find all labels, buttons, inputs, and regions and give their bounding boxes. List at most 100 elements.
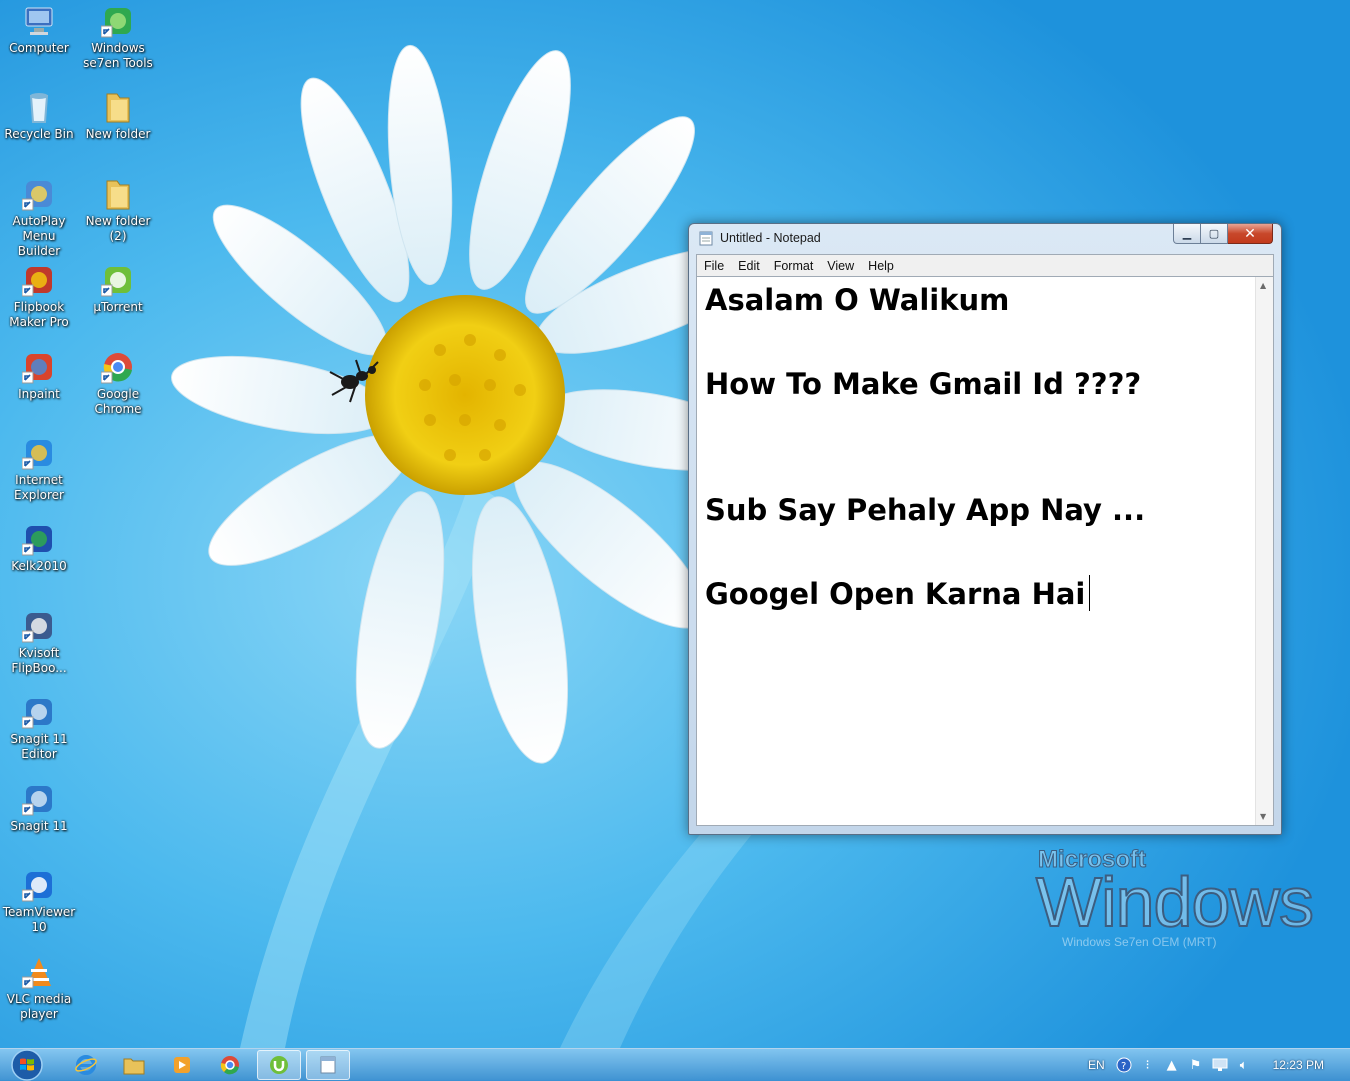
desktop-icon-recycle-bin[interactable]: Recycle Bin (0, 90, 78, 142)
desktop-icon-label: AutoPlay Menu Builder (12, 214, 66, 258)
show-hidden-icons-icon[interactable]: ▲ (1163, 1056, 1181, 1074)
utorrent-icon (101, 267, 131, 297)
text-line: Sub Say Pehaly App Nay ... (705, 493, 1146, 527)
desktop-icon-label: New folder (2) (85, 214, 151, 243)
text-line: Googel Open Karna Hai (705, 573, 1245, 615)
text-line: Asalam O Walikum (705, 283, 1010, 317)
computer-icon (25, 7, 53, 35)
autoplay-icon (22, 181, 52, 211)
minimize-icon: ▁ (1182, 227, 1192, 240)
taskbar-internet-explorer[interactable] (64, 1050, 108, 1080)
svg-text:?: ? (1121, 1061, 1126, 1072)
desktop-icon-label: TeamViewer 10 (2, 905, 76, 934)
menu-edit[interactable]: Edit (731, 259, 767, 273)
taskbar-utorrent[interactable] (257, 1050, 301, 1080)
desktop-icon-new-folder-2[interactable]: New folder (2) (79, 177, 157, 244)
maximize-button[interactable]: ▢ (1201, 224, 1228, 244)
notepad-titlebar[interactable]: Untitled - Notepad ▁ ▢ ✕ (689, 224, 1281, 251)
desktop-icon-computer[interactable]: Computer (0, 4, 78, 56)
desktop-icon-label: Snagit 11 (10, 819, 68, 833)
close-icon: ✕ (1244, 225, 1256, 242)
system-tray: EN ? ⁝ ▲ ⚑ 🔈︎ 12:23 PM (1088, 1049, 1350, 1081)
folder-icon (106, 93, 130, 123)
windows-tools-icon (101, 8, 131, 38)
desktop-icon-autoplay-menu-builder[interactable]: AutoPlay Menu Builder (0, 177, 78, 259)
desktop-icon--torrent[interactable]: µTorrent (79, 263, 157, 315)
scroll-down-icon[interactable]: ▼ (1260, 812, 1266, 821)
desktop-icon-vlc-media-player[interactable]: VLC media player (0, 955, 78, 1022)
menu-view[interactable]: View (820, 259, 861, 273)
desktop-icon-teamviewer-10[interactable]: TeamViewer 10 (0, 868, 78, 935)
desktop-icon-windows-se7en-tools[interactable]: Windows se7en Tools (79, 4, 157, 71)
desktop-icon-kvisoft-flipboo[interactable]: Kvisoft FlipBoo... (0, 609, 78, 676)
menu-file[interactable]: File (697, 259, 731, 273)
desktop-icon-kelk2010[interactable]: Kelk2010 (0, 522, 78, 574)
window-title: Untitled - Notepad (720, 231, 821, 245)
text-line: How To Make Gmail Id ???? (705, 367, 1142, 401)
taskbar-media-player[interactable] (160, 1050, 204, 1080)
desktop-icon-label: VLC media player (6, 992, 72, 1021)
media-player-icon (174, 1057, 190, 1073)
clock[interactable]: 12:23 PM (1273, 1058, 1324, 1072)
kvisoft-icon (22, 613, 52, 643)
desktop-icon-new-folder[interactable]: New folder (79, 90, 157, 142)
internet-explorer-icon (22, 440, 52, 470)
kelk-icon (22, 526, 52, 556)
action-center-flag-icon[interactable]: ⚑ (1187, 1056, 1205, 1074)
desktop-icon-label: Computer (9, 41, 69, 55)
taskbar-explorer[interactable] (112, 1050, 156, 1080)
menu-help[interactable]: Help (861, 259, 901, 273)
desktop-icon-inpaint[interactable]: Inpaint (0, 350, 78, 402)
flipbook-icon (22, 267, 52, 297)
desktop-icon-label: Recycle Bin (4, 127, 74, 141)
watermark-edition: Windows Se7en OEM (MRT) (1062, 935, 1217, 949)
utorrent-icon (270, 1056, 288, 1074)
input-options-icon[interactable]: ⁝ (1139, 1056, 1157, 1074)
close-button[interactable]: ✕ (1228, 224, 1273, 244)
language-indicator[interactable]: EN (1088, 1058, 1105, 1072)
snagit-editor-icon (22, 699, 52, 729)
taskbar-notepad[interactable] (306, 1050, 350, 1080)
notepad-menubar: File Edit Format View Help (696, 254, 1274, 276)
chrome-icon (101, 353, 132, 384)
desktop-icon-label: Inpaint (18, 387, 60, 401)
teamviewer-icon (22, 872, 52, 902)
watermark-product: Windows (1035, 862, 1315, 942)
start-button[interactable] (8, 1049, 46, 1081)
minimize-button[interactable]: ▁ (1173, 224, 1201, 244)
chrome-icon (220, 1056, 239, 1075)
network-icon[interactable] (1211, 1056, 1229, 1074)
desktop-icon-label: Kvisoft FlipBoo... (11, 646, 67, 675)
desktop-icon-snagit-11-editor[interactable]: Snagit 11 Editor (0, 695, 78, 762)
desktop-icon-label: Google Chrome (94, 387, 142, 416)
vlc-icon (22, 958, 51, 989)
volume-icon[interactable]: 🔈︎ (1235, 1056, 1253, 1074)
desktop-icon-label: Windows se7en Tools (83, 41, 153, 70)
desktop-icon-label: µTorrent (93, 300, 143, 314)
snagit-icon (22, 786, 52, 816)
desktop-icon-google-chrome[interactable]: Google Chrome (79, 350, 157, 417)
scroll-up-icon[interactable]: ▲ (1260, 281, 1266, 290)
recycle-bin-icon (29, 93, 49, 123)
taskbar: EN ? ⁝ ▲ ⚑ 🔈︎ 12:23 PM (0, 1048, 1350, 1081)
desktop-icon-internet-explorer[interactable]: Internet Explorer (0, 436, 78, 503)
taskbar-chrome[interactable] (208, 1050, 252, 1080)
notepad-text-area[interactable]: Asalam O Walikum How To Make Gmail Id ??… (696, 276, 1274, 826)
notepad-icon (320, 1056, 336, 1074)
vertical-scrollbar[interactable]: ▲ ▼ (1255, 277, 1273, 825)
notepad-content: Asalam O Walikum How To Make Gmail Id ??… (705, 279, 1245, 615)
text-caret (1089, 575, 1091, 611)
maximize-icon: ▢ (1208, 227, 1220, 240)
menu-format[interactable]: Format (767, 259, 821, 273)
notepad-window[interactable]: Untitled - Notepad ▁ ▢ ✕ File Edit Forma… (688, 223, 1282, 835)
desktop-icon-snagit-11[interactable]: Snagit 11 (0, 782, 78, 834)
window-controls: ▁ ▢ ✕ (1173, 224, 1273, 244)
explorer-folder-icon (123, 1058, 145, 1075)
desktop-icon-label: Internet Explorer (14, 473, 64, 502)
help-icon[interactable]: ? (1115, 1056, 1133, 1074)
desktop-icon-flipbook-maker-pro[interactable]: Flipbook Maker Pro (0, 263, 78, 330)
desktop-icon-label: Flipbook Maker Pro (9, 300, 69, 329)
